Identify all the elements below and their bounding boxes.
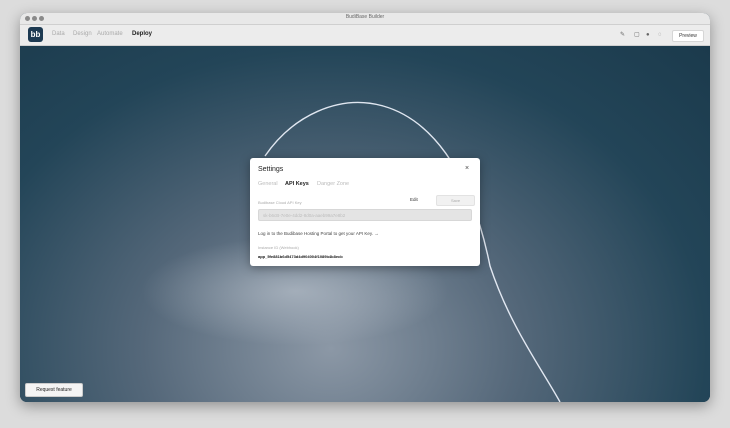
- nav-data[interactable]: Data: [52, 31, 65, 37]
- save-key-button[interactable]: Save: [436, 195, 475, 206]
- nav-design[interactable]: Design: [73, 31, 92, 37]
- app-window: BudiBase Builder bb Data Design Automate…: [20, 13, 710, 402]
- close-icon[interactable]: ×: [465, 165, 469, 172]
- api-key-input[interactable]: sk-b6cB-7e0e-4dd2-8d0a-aaeb99a7e8b2: [258, 209, 472, 221]
- budibase-logo[interactable]: bb: [28, 27, 43, 42]
- window-title: BudiBase Builder: [345, 14, 385, 20]
- nav-deploy[interactable]: Deploy: [132, 31, 152, 37]
- top-app-bar: bb Data Design Automate Deploy ✎ ▢ ● ◌ P…: [20, 25, 710, 46]
- tab-api-keys[interactable]: API Keys: [285, 181, 309, 187]
- feedback-icon[interactable]: ✎: [620, 32, 626, 38]
- tab-general[interactable]: General: [258, 181, 278, 187]
- instance-id-label: Instance ID (Webhook): [258, 245, 299, 250]
- request-feature-button[interactable]: Request feature: [25, 383, 83, 397]
- api-key-label: Budibase Cloud API Key: [258, 200, 302, 205]
- tab-danger-zone[interactable]: Danger Zone: [317, 181, 349, 187]
- modal-title: Settings: [258, 166, 284, 173]
- chat-icon[interactable]: ▢: [634, 32, 640, 38]
- title-bar: BudiBase Builder: [20, 13, 710, 25]
- github-icon[interactable]: ●: [646, 32, 652, 38]
- settings-modal: Settings × General API Keys Danger Zone …: [250, 158, 480, 266]
- help-icon[interactable]: ◌: [658, 32, 664, 38]
- edit-link[interactable]: Edit: [410, 197, 418, 202]
- preview-button[interactable]: Preview: [672, 30, 704, 42]
- hosting-portal-hint[interactable]: Log in to the Budibase Hosting Portal to…: [258, 231, 379, 236]
- nav-automate[interactable]: Automate: [97, 31, 123, 37]
- instance-id-value: app_5fe881b6d5473d4d904004f1089b4b8ecb: [258, 254, 343, 259]
